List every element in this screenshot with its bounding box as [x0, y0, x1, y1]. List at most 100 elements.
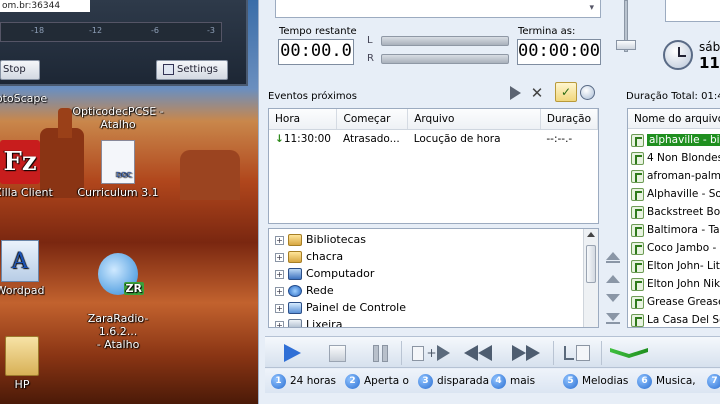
list-item[interactable]: alphaville - big: [631, 131, 720, 149]
list-item[interactable]: Elton John- Lit: [631, 257, 720, 275]
list-item[interactable]: 4 Non Blondes: [631, 149, 720, 167]
tree-item-lixeira[interactable]: + Lixeira: [275, 316, 343, 328]
quick-button-6[interactable]: 6 Musica,: [637, 372, 696, 390]
play-button[interactable]: [281, 342, 303, 364]
next-in-list-button[interactable]: +: [411, 343, 451, 363]
doc-badge: DOC: [116, 171, 132, 179]
list-item[interactable]: Baltimora - Ta: [631, 221, 720, 239]
clock-small-icon[interactable]: [580, 85, 595, 100]
tree-item-computador[interactable]: + Computador: [275, 265, 374, 282]
rock-formation: [180, 150, 240, 200]
filezilla-icon: Fz: [0, 140, 40, 184]
duration-total-label: Duração Total: 01:45: [626, 91, 720, 102]
wordpad-label: Wordpad: [0, 284, 45, 297]
tree-scrollbar[interactable]: [583, 229, 598, 327]
ends-at-field: 00:00:00: [517, 39, 601, 65]
settings-icon: [163, 63, 174, 75]
desktop-icon-filezilla[interactable]: Fz eZilla Client: [0, 140, 68, 199]
desktop-icon-photoscape[interactable]: hotoScape: [0, 92, 66, 105]
music-file-icon: [631, 151, 644, 165]
file-name: Alphaville - So: [647, 188, 720, 200]
move-down-icon[interactable]: [606, 294, 620, 302]
desktop-icon-zararadio[interactable]: ZR ZaraRadio-1.6.2... - Atalho: [70, 240, 166, 351]
expand-icon[interactable]: +: [275, 252, 284, 262]
file-name: Elton John Nik: [647, 278, 720, 290]
move-top-icon[interactable]: [606, 252, 620, 260]
desktop-icon-curriculum[interactable]: DOC Curriculum 3.1: [70, 140, 166, 199]
event-comecar: Atrasado...: [342, 132, 400, 145]
fast-forward-button[interactable]: [509, 343, 543, 363]
volume-slider[interactable]: [615, 0, 637, 54]
quick-button-5[interactable]: 5 Melodias: [563, 372, 628, 390]
list-item[interactable]: Grease Grease: [631, 293, 720, 311]
play-icon: [283, 344, 301, 362]
music-file-icon: [631, 259, 644, 273]
events-col-duracao[interactable]: Duração: [540, 109, 599, 130]
desktop-icon-hp[interactable]: HP: [0, 336, 70, 391]
quick-button-7[interactable]: 7: [707, 372, 720, 390]
delete-event-icon[interactable]: ✕: [529, 84, 545, 102]
expand-icon[interactable]: +: [275, 286, 284, 296]
expand-icon[interactable]: +: [275, 320, 284, 327]
fast-forward-icon: [512, 345, 526, 361]
quick-number-badge: 1: [271, 373, 286, 389]
list-item[interactable]: La Casa Del So: [631, 311, 720, 327]
move-bottom-bar-icon: [606, 322, 620, 324]
tree-item-chacra[interactable]: + chacra: [275, 248, 343, 265]
desktop-icon-opticodec[interactable]: OpticodecPCSE - Atalho: [70, 92, 166, 131]
move-up-icon[interactable]: [606, 275, 620, 283]
music-file-icon: [631, 295, 644, 309]
ends-at-label: Termina as:: [518, 26, 576, 37]
folder-icon: [288, 234, 302, 246]
expand-icon[interactable]: +: [275, 303, 284, 313]
tree-label: Lixeira: [306, 318, 343, 328]
pause-icon: [372, 344, 379, 362]
file-list: Nome do arquivo alphaville - big 4 Non B…: [627, 108, 720, 328]
pause-button[interactable]: [369, 343, 391, 363]
edit-events-icon[interactable]: ✓: [555, 82, 577, 102]
file-list-header[interactable]: Nome do arquivo: [628, 109, 720, 129]
expand-icon[interactable]: +: [275, 235, 284, 245]
quick-buttons-bar: 1 24 horas 2 Aperta o 3 disparada 4 mais 5 Me…: [265, 369, 720, 393]
scroll-thumb[interactable]: [586, 245, 596, 283]
top-display-strip: ▾: [275, 0, 601, 18]
meter-tick: -3: [207, 26, 215, 35]
loop-button[interactable]: [561, 342, 593, 364]
stop-button[interactable]: [327, 343, 347, 363]
rewind-button[interactable]: [461, 343, 495, 363]
tree-item-rede[interactable]: + Rede: [275, 282, 334, 299]
list-item[interactable]: Alphaville - So: [631, 185, 720, 203]
expand-icon[interactable]: +: [275, 269, 284, 279]
settings-button[interactable]: Settings: [156, 60, 228, 80]
tree-item-painel-de-controle[interactable]: + Painel de Controle: [275, 299, 406, 316]
stop-button[interactable]: Stop: [0, 60, 40, 80]
auto-mode-button[interactable]: [607, 345, 651, 361]
loop-icon: [564, 346, 574, 360]
tree-item-bibliotecas[interactable]: + Bibliotecas: [275, 231, 366, 248]
music-file-icon: [631, 313, 644, 327]
events-col-comecar[interactable]: Começar: [336, 109, 409, 130]
list-item[interactable]: Coco Jambo -: [631, 239, 716, 257]
quick-button-3[interactable]: 3 disparada: [418, 372, 489, 390]
music-file-icon: [631, 205, 644, 219]
volume-handle[interactable]: [616, 40, 636, 50]
rewind-icon: [464, 345, 478, 361]
opticodec-label: OpticodecPCSE - Atalho: [72, 105, 164, 131]
box-icon: [412, 345, 425, 361]
list-item[interactable]: Elton John Nik: [631, 275, 720, 293]
table-row[interactable]: ↓11:30:00 Atrasado... Locução de hora --…: [269, 129, 598, 148]
desktop-icon-wordpad[interactable]: A Wordpad: [0, 240, 68, 297]
scroll-up-icon[interactable]: [587, 232, 595, 237]
quick-button-1[interactable]: 1 24 horas: [271, 372, 336, 390]
move-bottom-icon[interactable]: [606, 313, 620, 321]
quick-button-4[interactable]: 4 mais: [491, 372, 535, 390]
list-item[interactable]: Backstreet Boy: [631, 203, 720, 221]
left-level-bar: [381, 36, 509, 46]
list-item[interactable]: afroman-palm: [631, 167, 720, 185]
play-event-icon[interactable]: [507, 86, 523, 100]
level-meter: -18 -12 -6 -3: [0, 22, 222, 42]
events-col-hora[interactable]: Hora: [269, 109, 338, 130]
zararadio-window: ▾ Tempo restante 00:00.0 L R Termina as:…: [258, 0, 720, 404]
events-col-arquivo[interactable]: Arquivo: [407, 109, 541, 130]
quick-button-2[interactable]: 2 Aperta o: [345, 372, 409, 390]
